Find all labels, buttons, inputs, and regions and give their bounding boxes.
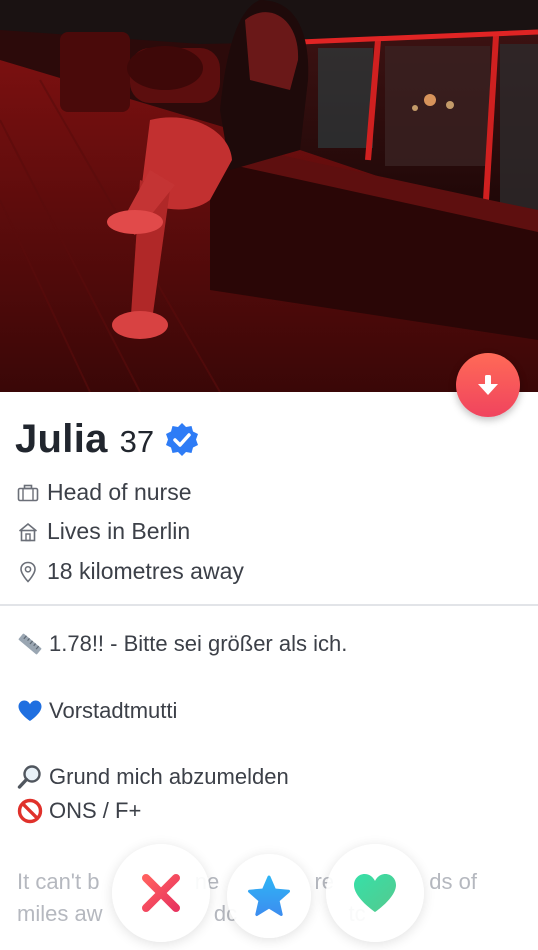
residence-row: Lives in Berlin (17, 518, 190, 545)
profile-age: 37 (119, 424, 155, 459)
arrow-down-icon (478, 375, 498, 395)
profile-photo[interactable] (0, 0, 538, 392)
briefcase-icon (17, 482, 39, 504)
action-bar (0, 830, 538, 950)
bio-height-line: 1.78!! - Bitte sei größer als ich. (17, 631, 347, 657)
distance-row: 18 kilometres away (17, 558, 244, 585)
bio-heart-line: Vorstadtmutti (17, 698, 177, 724)
like-button[interactable] (326, 844, 424, 942)
bio-prohibited-line: ONS / F+ (17, 798, 141, 824)
distance-text: 18 kilometres away (47, 558, 244, 584)
photo-scene (0, 0, 538, 392)
bio-heart-text: Vorstadtmutti (49, 698, 178, 723)
job-text: Head of nurse (47, 479, 192, 505)
x-icon (142, 874, 180, 912)
location-pin-icon (17, 561, 39, 583)
ruler-icon (17, 631, 43, 657)
bio-search-text: Grund mich abzumelden (49, 764, 289, 789)
collapse-profile-button[interactable] (456, 353, 520, 417)
blue-heart-icon (17, 698, 43, 724)
profile-name: Julia (15, 417, 108, 461)
house-icon (17, 521, 39, 543)
profile-header: Julia 37 (15, 416, 200, 462)
magnifier-icon (17, 764, 43, 790)
prohibited-icon (17, 798, 43, 824)
nope-button[interactable] (112, 844, 210, 942)
bio-height-text: 1.78!! - Bitte sei größer als ich. (49, 631, 348, 656)
job-row: Head of nurse (17, 479, 191, 506)
bio-prohibited-text: ONS / F+ (49, 798, 142, 823)
bio-search-line: Grund mich abzumelden (17, 764, 289, 790)
residence-text: Lives in Berlin (47, 518, 191, 544)
section-divider (0, 604, 538, 606)
super-like-button[interactable] (227, 854, 311, 938)
verified-badge-icon[interactable] (164, 422, 200, 458)
star-icon (248, 875, 290, 916)
heart-icon (354, 874, 396, 912)
